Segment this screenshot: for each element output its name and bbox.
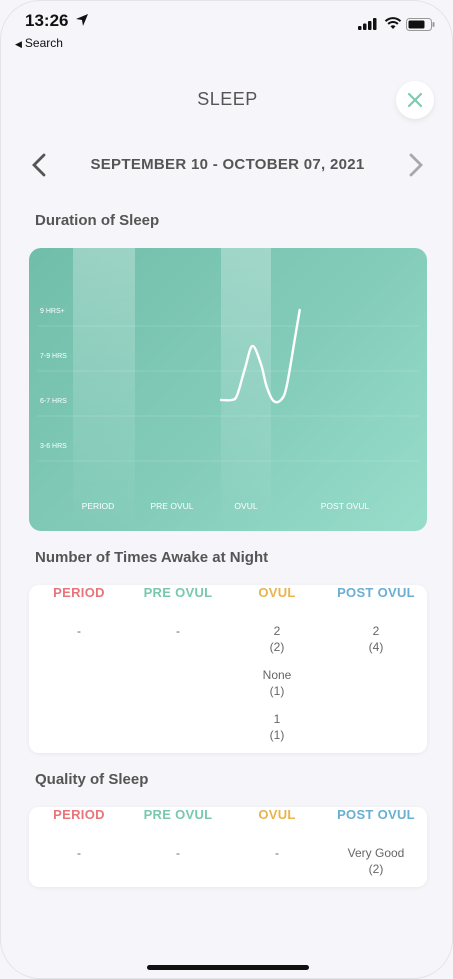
chevron-left-icon [32, 153, 46, 177]
awake-post-ovul-entry: 2 (4) [326, 623, 426, 655]
y-axis-label: 6-7 HRS [40, 398, 67, 405]
x-axis-label: PRE OVUL [151, 501, 194, 511]
chevron-right-icon [409, 153, 423, 177]
wifi-icon [384, 17, 402, 29]
back-label: Search [24, 36, 63, 50]
awake-header-ovul: OVUL [258, 585, 296, 600]
awake-ovul-count: 2 [273, 624, 281, 638]
awake-post-ovul-occurrences: (4) [368, 640, 384, 654]
y-axis-label: 9 HRS+ [40, 308, 65, 315]
y-axis-label: 3-6 HRS [40, 443, 67, 450]
quality-header-pre-ovul: PRE OVUL [143, 807, 213, 822]
awake-ovul-entry: 1 (1) [227, 711, 327, 743]
awake-period-value: - [77, 624, 81, 638]
date-range: SEPTEMBER 10 - OCTOBER 07, 2021 [90, 156, 365, 173]
close-button[interactable] [396, 81, 434, 119]
x-axis-label: POST OVUL [321, 501, 370, 511]
battery-icon [406, 18, 435, 31]
y-axis-label: 7-9 HRS [40, 353, 67, 360]
awake-table: PERIOD PRE OVUL OVUL POST OVUL - - 2 (2)… [29, 585, 427, 753]
awake-ovul-entry: 2 (2) [227, 623, 327, 655]
awake-ovul-occurrences: (1) [269, 684, 285, 698]
phone-screen: 13:26 ◀ Search SLEEP SEPTEMBER 10 - OCTOB… [0, 0, 453, 979]
location-arrow-icon [76, 14, 88, 26]
close-icon [407, 92, 423, 108]
quality-header-post-ovul: POST OVUL [337, 807, 415, 822]
home-indicator [147, 965, 309, 970]
back-triangle-icon: ◀ [15, 39, 22, 49]
awake-pre-ovul-value: - [176, 624, 180, 638]
quality-table: PERIOD PRE OVUL OVUL POST OVUL - - - Ver… [29, 807, 427, 887]
back-to-search-link[interactable]: ◀ Search [15, 36, 63, 50]
quality-pre-ovul-value: - [176, 846, 180, 860]
duration-chart: 3-6 HRS 6-7 HRS 7-9 HRS 9 HRS+ PERIOD PRE OV… [29, 248, 427, 531]
duration-chart-svg: 3-6 HRS 6-7 HRS 7-9 HRS 9 HRS+ PERIOD PRE OV… [37, 248, 419, 531]
quality-post-ovul-rating: Very Good [347, 846, 405, 860]
x-axis-label: OVUL [234, 501, 257, 511]
awake-header-pre-ovul: PRE OVUL [143, 585, 213, 600]
phase-band [73, 248, 135, 531]
awake-header-period: PERIOD [53, 585, 105, 600]
awake-ovul-count: 1 [273, 712, 281, 726]
x-axis-label: PERIOD [82, 501, 115, 511]
quality-ovul-value: - [275, 846, 279, 860]
quality-period-value: - [77, 846, 81, 860]
phase-band [221, 248, 271, 531]
cellular-signal-icon [358, 18, 377, 30]
status-time: 13:26 [25, 11, 69, 30]
awake-title: Number of Times Awake at Night [35, 549, 269, 566]
quality-post-ovul-entry: Very Good (2) [326, 845, 426, 877]
duration-title: Duration of Sleep [35, 212, 160, 229]
awake-ovul-entry: None (1) [227, 667, 327, 699]
page-title: SLEEP [197, 89, 258, 109]
awake-ovul-occurrences: (2) [269, 640, 285, 654]
awake-header-post-ovul: POST OVUL [337, 585, 415, 600]
quality-header-ovul: OVUL [258, 807, 296, 822]
next-period-button[interactable] [406, 152, 426, 178]
awake-post-ovul-count: 2 [372, 624, 380, 638]
previous-period-button[interactable] [29, 152, 49, 178]
quality-title: Quality of Sleep [35, 771, 149, 788]
awake-ovul-occurrences: (1) [269, 728, 285, 742]
awake-ovul-count: None [262, 668, 292, 682]
quality-header-period: PERIOD [53, 807, 105, 822]
quality-post-ovul-occurrences: (2) [368, 862, 384, 876]
